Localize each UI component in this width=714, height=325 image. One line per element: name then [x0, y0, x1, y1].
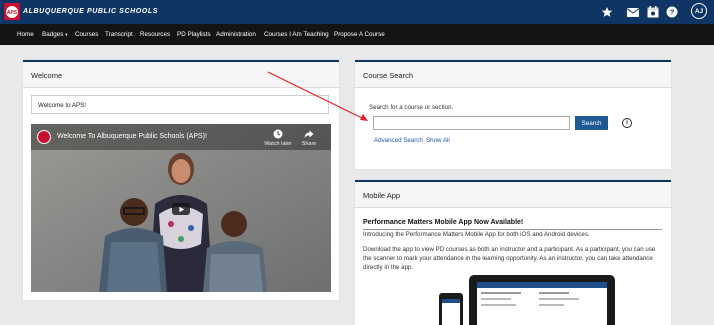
welcome-message-box: Welcome to APS!	[31, 95, 329, 114]
mobile-app-intro: Introducing the Performance Matters Mobi…	[363, 231, 590, 238]
course-search-panel: Course Search Search for a course or sec…	[355, 60, 671, 169]
panel-header: Welcome	[23, 62, 339, 88]
mobile-app-heading: Performance Matters Mobile App Now Avail…	[363, 219, 524, 226]
nav-badges-label: Badges	[42, 31, 64, 38]
brand-name: ALBUQUERQUE PUBLIC SCHOOLS	[23, 8, 158, 15]
advanced-search-link[interactable]: Advanced Search	[374, 137, 423, 144]
caret-down-icon: ▼	[64, 32, 69, 37]
welcome-panel: Welcome Welcome to APS! Welcome To Albuq…	[23, 60, 339, 300]
mobile-app-panel: Mobile App Performance Matters Mobile Ap…	[355, 180, 671, 325]
share-button[interactable]: Share	[297, 129, 321, 147]
welcome-video[interactable]: Welcome To Albuquerque Public Schools (A…	[31, 124, 331, 292]
welcome-message: Welcome to APS!	[38, 102, 87, 109]
mail-icon[interactable]	[626, 5, 640, 19]
clock-icon	[273, 129, 283, 139]
nav-pd-playlists[interactable]: PD Playlists	[177, 31, 211, 38]
top-header: APS ALBUQUERQUE PUBLIC SCHOOLS ? AJ	[0, 0, 714, 24]
mobile-app-description: Download the app to view PD courses as b…	[363, 246, 656, 271]
nav-administration[interactable]: Administration	[216, 31, 256, 38]
user-avatar[interactable]: AJ	[691, 3, 707, 19]
show-all-link[interactable]: Show All	[426, 137, 450, 144]
aps-logo[interactable]: APS	[4, 3, 20, 20]
video-title: Welcome To Albuquerque Public Schools (A…	[57, 133, 207, 140]
star-icon[interactable]	[600, 5, 614, 19]
nav-transcript[interactable]: Transcript	[105, 31, 133, 38]
nav-badges[interactable]: Badges▼	[42, 31, 68, 38]
main-nav: Home Badges▼ Courses Transcript Resource…	[0, 24, 714, 45]
nav-courses-i-am-teaching[interactable]: Courses I Am Teaching	[264, 31, 329, 38]
watch-later-label: Watch later	[264, 141, 292, 147]
info-icon[interactable]: i	[622, 118, 632, 128]
video-channel-logo	[37, 130, 51, 144]
share-label: Share	[301, 141, 317, 147]
search-button[interactable]: Search	[575, 116, 608, 130]
aps-logo-icon: APS	[6, 5, 18, 18]
panel-header: Mobile App	[355, 182, 671, 208]
search-label: Search for a course or section.	[369, 104, 454, 111]
calendar-icon[interactable]	[646, 5, 660, 19]
nav-courses[interactable]: Courses	[75, 31, 98, 38]
svg-text:APS: APS	[7, 10, 18, 16]
mobile-devices-image	[439, 275, 615, 325]
help-icon[interactable]: ?	[665, 5, 679, 19]
course-search-input[interactable]	[373, 116, 570, 130]
course-search-title: Course Search	[363, 71, 414, 80]
nav-resources[interactable]: Resources	[140, 31, 170, 38]
svg-text:?: ?	[670, 8, 675, 17]
panel-header: Course Search	[355, 62, 671, 88]
nav-propose-a-course[interactable]: Propose A Course	[334, 31, 385, 38]
watch-later-button[interactable]: Watch later	[263, 129, 293, 147]
share-icon	[304, 130, 314, 138]
mobile-app-title: Mobile App	[363, 191, 401, 200]
play-button[interactable]	[172, 203, 190, 215]
welcome-title: Welcome	[31, 71, 63, 80]
play-icon	[178, 206, 184, 212]
nav-home[interactable]: Home	[17, 31, 34, 38]
